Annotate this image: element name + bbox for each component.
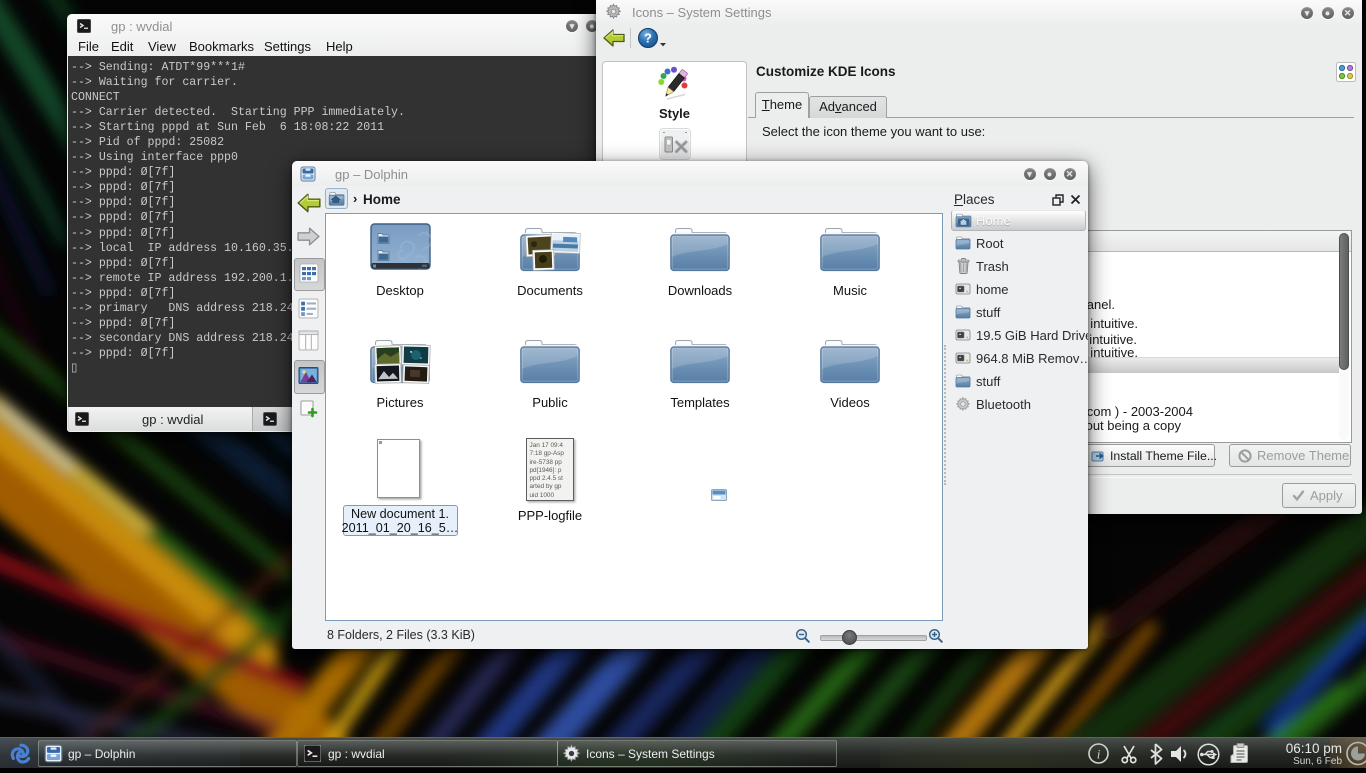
svg-text:?: ?: [644, 31, 652, 46]
svg-text:i: i: [1097, 747, 1101, 762]
